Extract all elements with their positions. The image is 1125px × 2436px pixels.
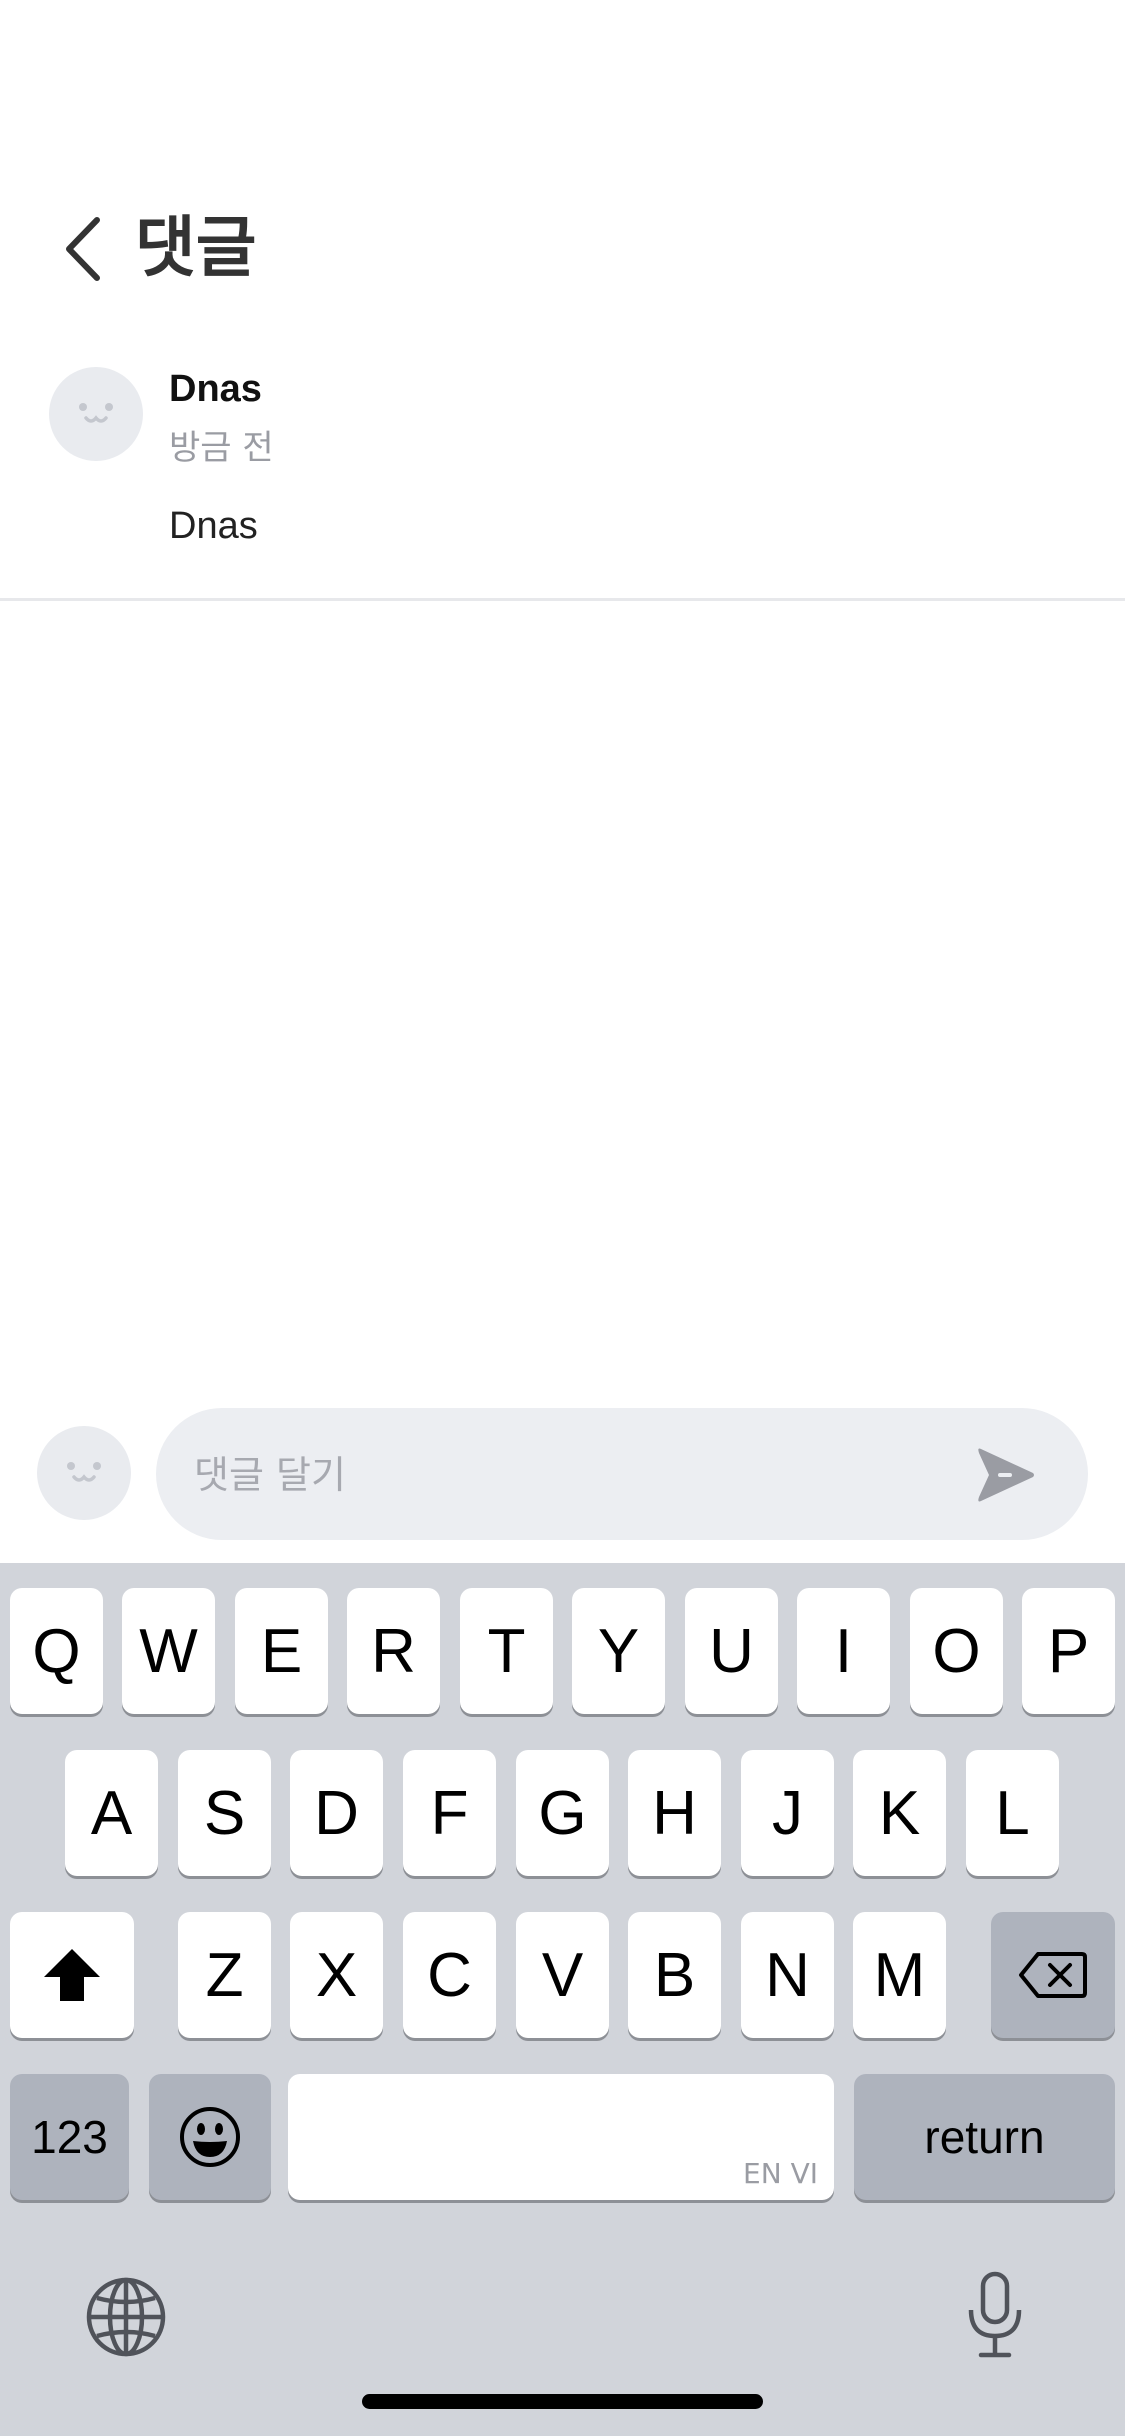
shift-icon	[44, 1949, 100, 2001]
comment-text: Dnas	[169, 505, 258, 547]
backspace-icon	[1019, 1952, 1087, 1998]
my-avatar	[37, 1426, 131, 1520]
key-q[interactable]: Q	[10, 1588, 103, 1714]
home-indicator[interactable]	[362, 2394, 763, 2409]
key-s[interactable]: S	[178, 1750, 271, 1876]
back-button[interactable]	[58, 214, 108, 284]
avatar[interactable]	[49, 367, 143, 461]
divider	[0, 598, 1125, 601]
key-l[interactable]: L	[966, 1750, 1059, 1876]
key-m[interactable]: M	[853, 1912, 946, 2038]
return-key[interactable]: return	[854, 2074, 1115, 2200]
shift-key[interactable]	[10, 1912, 134, 2038]
key-b[interactable]: B	[628, 1912, 721, 2038]
keyboard: Q W E R T Y U I O P A S D F G H J K L Z …	[0, 1563, 1125, 2436]
key-w[interactable]: W	[122, 1588, 215, 1714]
page-title: 댓글	[135, 209, 257, 286]
key-p[interactable]: P	[1022, 1588, 1115, 1714]
emoji-key[interactable]	[149, 2074, 271, 2200]
send-button[interactable]	[970, 1440, 1040, 1510]
key-e[interactable]: E	[235, 1588, 328, 1714]
emoji-icon	[180, 2107, 240, 2167]
numbers-key[interactable]: 123	[10, 2074, 129, 2200]
comment-author[interactable]: Dnas	[169, 368, 262, 411]
chevron-left-icon	[66, 217, 100, 281]
space-language-hint: EN VI	[743, 2157, 818, 2190]
key-g[interactable]: G	[516, 1750, 609, 1876]
key-a[interactable]: A	[65, 1750, 158, 1876]
comment-timestamp: 방금 전	[169, 428, 274, 468]
cat-face-icon	[79, 403, 113, 423]
key-i[interactable]: I	[797, 1588, 890, 1714]
key-y[interactable]: Y	[572, 1588, 665, 1714]
key-h[interactable]: H	[628, 1750, 721, 1876]
globe-button[interactable]	[84, 2275, 168, 2359]
key-v[interactable]: V	[516, 1912, 609, 2038]
delete-key[interactable]	[991, 1912, 1115, 2038]
comment-item: Dnas 방금 전 Dnas	[0, 360, 1125, 598]
key-r[interactable]: R	[347, 1588, 440, 1714]
key-o[interactable]: O	[910, 1588, 1003, 1714]
cat-face-icon	[67, 1462, 101, 1482]
key-x[interactable]: X	[290, 1912, 383, 2038]
key-u[interactable]: U	[685, 1588, 778, 1714]
key-f[interactable]: F	[403, 1750, 496, 1876]
space-key[interactable]: EN VI	[288, 2074, 834, 2200]
globe-icon	[86, 2277, 166, 2357]
send-icon	[978, 1448, 1034, 1502]
key-z[interactable]: Z	[178, 1912, 271, 2038]
comment-input-container	[156, 1408, 1088, 1542]
key-t[interactable]: T	[460, 1588, 553, 1714]
dictation-button[interactable]	[960, 2269, 1030, 2361]
key-c[interactable]: C	[403, 1912, 496, 2038]
header: 댓글	[0, 200, 1125, 300]
key-k[interactable]: K	[853, 1750, 946, 1876]
key-j[interactable]: J	[741, 1750, 834, 1876]
key-n[interactable]: N	[741, 1912, 834, 2038]
comment-input-bar	[0, 1400, 1125, 1560]
comment-input[interactable]	[192, 1408, 956, 1542]
key-d[interactable]: D	[290, 1750, 383, 1876]
microphone-icon	[968, 2271, 1022, 2358]
